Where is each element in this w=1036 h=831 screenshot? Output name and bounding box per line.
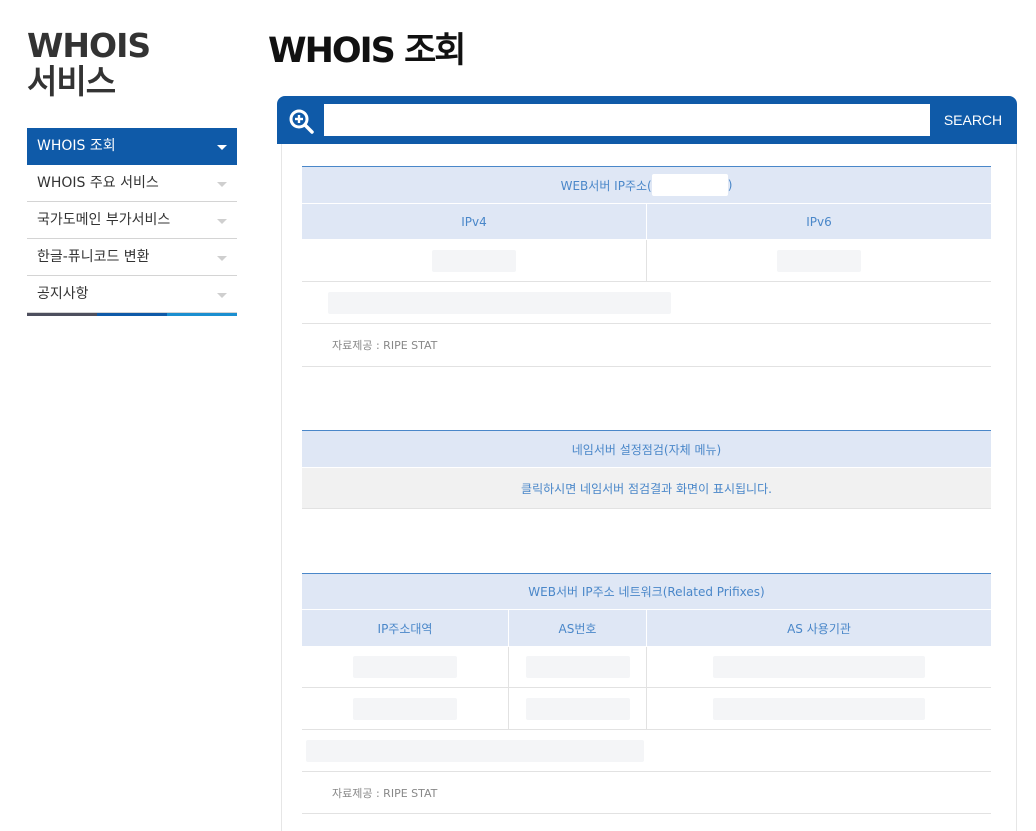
- masked-value: [353, 656, 457, 678]
- masked-value: [328, 291, 671, 314]
- sidebar-item-label: 한글-퓨니코드 변환: [37, 249, 150, 265]
- sidebar-item-label: 국가도메인 부가서비스: [37, 212, 171, 228]
- zoom-in-search-icon: [289, 109, 314, 134]
- sidebar-item-whois-services[interactable]: WHOIS 주요 서비스: [27, 165, 237, 202]
- sidebar-item-label: WHOIS 조회: [37, 138, 116, 154]
- masked-value: [713, 656, 925, 678]
- masked-value: [713, 697, 925, 720]
- col-ipv4: IPv4: [461, 214, 487, 229]
- nameserver-notice-text: 클릭하시면 네임서버 점검결과 화면이 표시됩니다.: [521, 481, 772, 496]
- search-input[interactable]: [324, 104, 930, 136]
- col-as-organization: AS 사용기관: [646, 609, 991, 647]
- nameserver-title: 네임서버 설정점검(자체 메뉴): [571, 442, 722, 457]
- sidebar-item-punycode[interactable]: 한글-퓨니코드 변환: [27, 239, 237, 276]
- sidebar-item-label: 공지사항: [37, 286, 89, 302]
- sidebar-item-label: WHOIS 주요 서비스: [37, 175, 159, 191]
- webserver-title-prefix: WEB서버 IP주소(: [560, 178, 652, 193]
- sidebar-menu: WHOIS 조회 WHOIS 주요 서비스 국가도메인 부가서비스 한글-퓨니코…: [27, 128, 237, 313]
- network-title: WEB서버 IP주소 네트워크(Related Prifixes): [528, 585, 765, 599]
- sidebar-item-domain-extras[interactable]: 국가도메인 부가서비스: [27, 202, 237, 239]
- table-row: [302, 688, 991, 730]
- table-header-row: IP주소대역 AS번호 AS 사용기관: [302, 609, 991, 647]
- chevron-down-icon: [217, 256, 227, 261]
- sidebar-title: WHOIS 서비스: [27, 28, 237, 100]
- table-title-row: WEB서버 IP주소( ): [302, 166, 991, 204]
- sidebar-item-whois-lookup[interactable]: WHOIS 조회: [27, 128, 237, 165]
- data-source-label: 자료제공 : RIPE STAT: [332, 339, 438, 352]
- ipv4-cell: [302, 240, 646, 281]
- chevron-down-icon: [217, 293, 227, 298]
- ip-range-cell: [302, 688, 508, 729]
- table-row: [302, 282, 991, 324]
- sidebar: WHOIS 서비스 WHOIS 조회 WHOIS 주요 서비스 국가도메인 부가…: [27, 28, 237, 316]
- table-row: [302, 647, 991, 688]
- col-ipv6: IPv6: [646, 203, 991, 240]
- nameserver-check-notice[interactable]: 클릭하시면 네임서버 점검결과 화면이 표시됩니다.: [302, 468, 991, 509]
- data-source-label: 자료제공 : RIPE STAT: [332, 786, 438, 800]
- table-title-row: 네임서버 설정점검(자체 메뉴): [302, 430, 991, 468]
- as-number-cell: [508, 647, 646, 687]
- masked-value: [353, 697, 457, 720]
- table-row: [302, 240, 991, 282]
- col-as-number: AS번호: [508, 609, 646, 647]
- masked-value: [306, 739, 644, 762]
- search-button[interactable]: SEARCH: [929, 104, 1017, 136]
- masked-value: [525, 656, 630, 678]
- as-organization-cell: [646, 688, 991, 729]
- nameserver-check-table: 네임서버 설정점검(자체 메뉴) 클릭하시면 네임서버 점검결과 화면이 표시됩…: [302, 430, 991, 509]
- table-header-row: IPv4 IPv6: [302, 203, 991, 240]
- ipv6-cell: [646, 240, 991, 281]
- ip-range-cell: [302, 647, 508, 687]
- data-source-row: 자료제공 : RIPE STAT: [302, 324, 991, 367]
- table-title-row: WEB서버 IP주소 네트워크(Related Prifixes): [302, 573, 991, 610]
- search-bar: SEARCH: [277, 96, 1017, 144]
- chevron-down-icon: [217, 219, 227, 224]
- masked-value: [777, 249, 861, 272]
- data-source-row: 자료제공 : RIPE STAT: [302, 772, 991, 814]
- masked-ip-address: [651, 174, 728, 196]
- webserver-title-suffix: ): [727, 178, 733, 192]
- masked-value: [432, 249, 516, 272]
- webserver-ip-table: WEB서버 IP주소( ) IPv4 IPv6 자료제공 : RIPE STAT: [302, 166, 991, 367]
- sidebar-title-line2: 서비스: [27, 62, 116, 101]
- page-title: WHOIS 조회: [268, 31, 466, 71]
- chevron-down-icon: [217, 145, 227, 150]
- sidebar-item-notices[interactable]: 공지사항: [27, 276, 237, 313]
- masked-value: [525, 697, 630, 720]
- as-organization-cell: [646, 647, 991, 687]
- network-prefixes-table: WEB서버 IP주소 네트워크(Related Prifixes) IP주소대역…: [302, 573, 991, 814]
- col-ip-range: IP주소대역: [377, 621, 433, 636]
- as-number-cell: [508, 688, 646, 729]
- sidebar-title-line1: WHOIS: [27, 26, 151, 65]
- chevron-down-icon: [217, 182, 227, 187]
- table-row: [302, 730, 991, 772]
